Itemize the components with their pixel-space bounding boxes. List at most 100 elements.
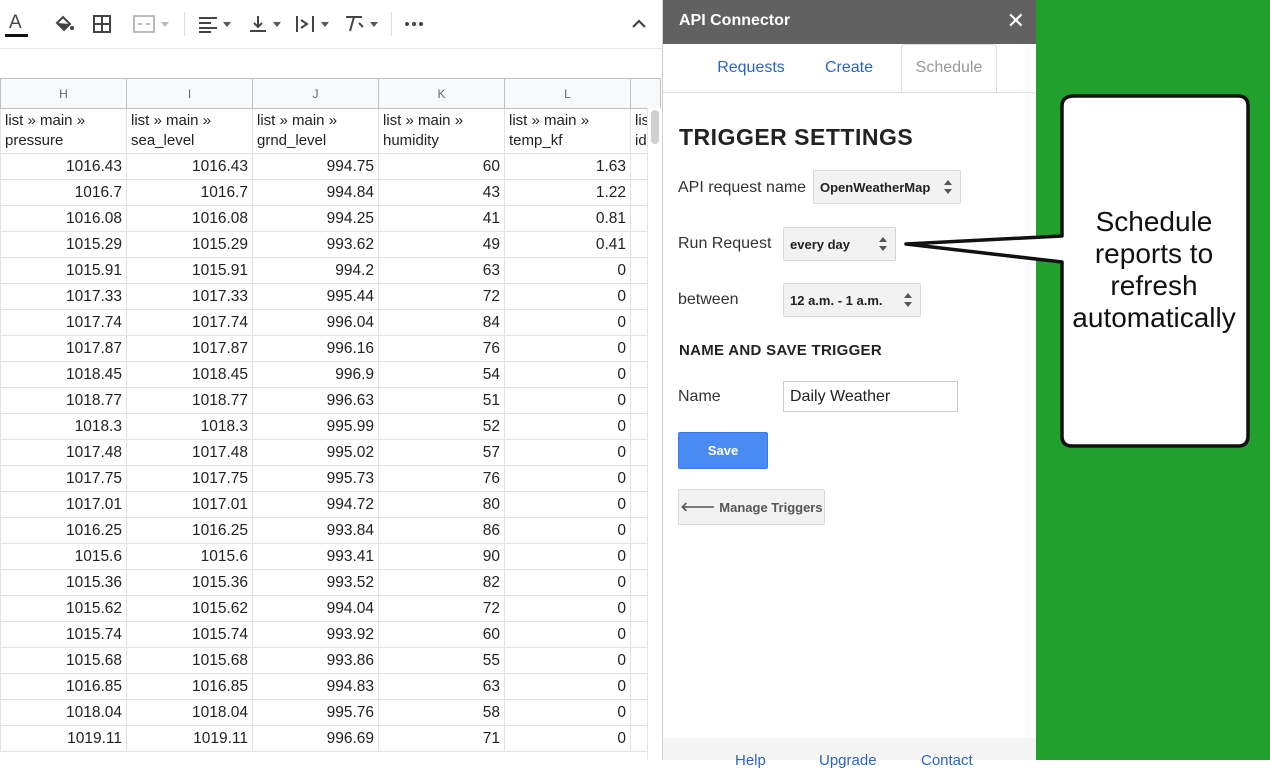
table-cell[interactable]: 994.83 <box>252 673 379 700</box>
table-cell[interactable]: 1018.3 <box>126 413 253 440</box>
table-cell[interactable]: 1017.48 <box>126 439 253 466</box>
table-cell[interactable]: 1018.77 <box>0 387 127 414</box>
table-cell[interactable]: 1017.74 <box>0 309 127 336</box>
save-button[interactable]: Save <box>678 432 768 469</box>
api-request-select[interactable]: OpenWeatherMap <box>813 170 961 204</box>
table-cell[interactable]: 84 <box>378 309 505 336</box>
vertical-scrollbar[interactable] <box>647 108 662 760</box>
table-cell[interactable]: 1018.45 <box>0 361 127 388</box>
between-select[interactable]: 12 a.m. - 1 a.m. <box>783 283 921 317</box>
table-cell[interactable]: 0 <box>504 439 631 466</box>
column-header[interactable]: K <box>378 78 505 109</box>
field-header-cell[interactable]: list » main » grnd_level <box>252 108 379 154</box>
table-cell[interactable]: 60 <box>378 153 505 180</box>
table-cell[interactable]: 0 <box>504 673 631 700</box>
scrollbar-thumb[interactable] <box>651 110 659 144</box>
table-cell[interactable]: 993.52 <box>252 569 379 596</box>
table-cell[interactable]: 63 <box>378 257 505 284</box>
table-cell[interactable]: 994.75 <box>252 153 379 180</box>
help-link[interactable]: Help <box>735 752 766 769</box>
table-cell[interactable]: 0 <box>504 361 631 388</box>
table-cell[interactable]: 54 <box>378 361 505 388</box>
table-cell[interactable]: 51 <box>378 387 505 414</box>
table-cell[interactable]: 55 <box>378 647 505 674</box>
table-cell[interactable]: 1015.91 <box>126 257 253 284</box>
text-rotation-button[interactable] <box>339 8 381 40</box>
column-header[interactable]: H <box>0 78 127 109</box>
table-cell[interactable]: 1018.04 <box>0 699 127 726</box>
table-cell[interactable]: 43 <box>378 179 505 206</box>
table-cell[interactable]: 993.62 <box>252 231 379 258</box>
table-cell[interactable]: 994.2 <box>252 257 379 284</box>
table-cell[interactable]: 0 <box>504 621 631 648</box>
table-cell[interactable]: 1015.68 <box>126 647 253 674</box>
table-cell[interactable]: 1016.43 <box>0 153 127 180</box>
table-cell[interactable]: 63 <box>378 673 505 700</box>
table-cell[interactable]: 60 <box>378 621 505 648</box>
column-header[interactable]: I <box>126 78 253 109</box>
table-cell[interactable]: 1016.85 <box>0 673 127 700</box>
table-cell[interactable]: 994.04 <box>252 595 379 622</box>
table-cell[interactable]: 993.41 <box>252 543 379 570</box>
table-cell[interactable]: 993.84 <box>252 517 379 544</box>
vertical-align-button[interactable] <box>243 8 285 40</box>
table-cell[interactable]: 995.44 <box>252 283 379 310</box>
table-cell[interactable]: 58 <box>378 699 505 726</box>
table-cell[interactable]: 0 <box>504 257 631 284</box>
table-cell[interactable]: 996.69 <box>252 725 379 752</box>
manage-triggers-button[interactable]: 🡐 Manage Triggers <box>678 489 825 525</box>
table-cell[interactable]: 995.76 <box>252 699 379 726</box>
table-cell[interactable]: 1017.75 <box>0 465 127 492</box>
table-cell[interactable]: 72 <box>378 283 505 310</box>
table-cell[interactable]: 1017.48 <box>0 439 127 466</box>
table-cell[interactable]: 1016.43 <box>126 153 253 180</box>
table-cell[interactable]: 1017.87 <box>0 335 127 362</box>
table-cell[interactable]: 82 <box>378 569 505 596</box>
table-cell[interactable]: 1015.29 <box>0 231 127 258</box>
table-cell[interactable]: 80 <box>378 491 505 518</box>
table-cell[interactable]: 996.04 <box>252 309 379 336</box>
table-cell[interactable]: 76 <box>378 465 505 492</box>
more-options-button[interactable] <box>400 8 428 40</box>
table-cell[interactable]: 1017.01 <box>126 491 253 518</box>
close-icon[interactable]: ✕ <box>1007 9 1025 33</box>
tab-create[interactable]: Create <box>813 44 885 92</box>
table-cell[interactable]: 57 <box>378 439 505 466</box>
table-cell[interactable]: 1017.74 <box>126 309 253 336</box>
table-cell[interactable]: 1015.62 <box>0 595 127 622</box>
table-cell[interactable]: 1018.77 <box>126 387 253 414</box>
table-cell[interactable]: 0 <box>504 491 631 518</box>
table-cell[interactable]: 49 <box>378 231 505 258</box>
table-cell[interactable]: 1.63 <box>504 153 631 180</box>
table-cell[interactable]: 72 <box>378 595 505 622</box>
table-cell[interactable]: 1018.04 <box>126 699 253 726</box>
table-cell[interactable]: 0 <box>504 543 631 570</box>
field-header-cell[interactable]: list » main » temp_kf <box>504 108 631 154</box>
table-cell[interactable]: 76 <box>378 335 505 362</box>
field-header-cell[interactable]: list » main » humidity <box>378 108 505 154</box>
table-cell[interactable]: 994.72 <box>252 491 379 518</box>
table-cell[interactable]: 996.63 <box>252 387 379 414</box>
field-header-cell[interactable]: list » main » pressure <box>0 108 127 154</box>
table-cell[interactable]: 90 <box>378 543 505 570</box>
tab-schedule[interactable]: Schedule <box>901 44 997 92</box>
table-cell[interactable]: 1015.62 <box>126 595 253 622</box>
table-cell[interactable]: 1016.7 <box>0 179 127 206</box>
table-cell[interactable]: 995.99 <box>252 413 379 440</box>
table-cell[interactable]: 0 <box>504 387 631 414</box>
formula-bar[interactable] <box>0 48 662 79</box>
table-cell[interactable]: 994.25 <box>252 205 379 232</box>
table-cell[interactable]: 1015.36 <box>126 569 253 596</box>
table-cell[interactable]: 1015.6 <box>0 543 127 570</box>
table-cell[interactable]: 995.73 <box>252 465 379 492</box>
merge-cells-button[interactable] <box>126 8 174 40</box>
column-header[interactable]: J <box>252 78 379 109</box>
table-cell[interactable]: 86 <box>378 517 505 544</box>
table-cell[interactable]: 1015.36 <box>0 569 127 596</box>
table-cell[interactable]: 1016.08 <box>126 205 253 232</box>
table-cell[interactable]: 1015.29 <box>126 231 253 258</box>
table-cell[interactable]: 1017.33 <box>0 283 127 310</box>
column-header[interactable] <box>630 78 661 109</box>
table-cell[interactable]: 0 <box>504 283 631 310</box>
table-cell[interactable]: 0 <box>504 335 631 362</box>
